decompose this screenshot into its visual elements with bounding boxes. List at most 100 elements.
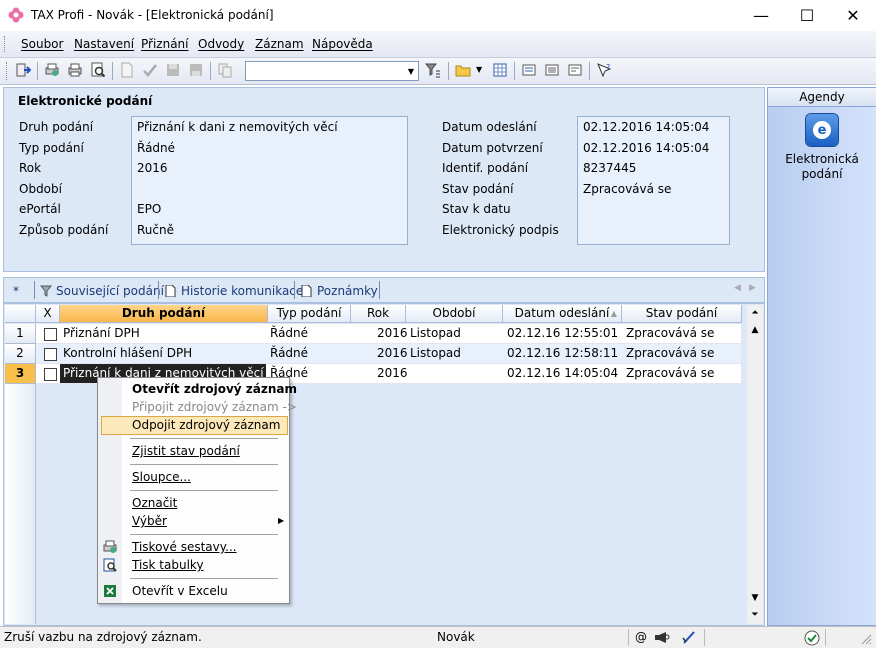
menu-item-mark[interactable]: Označit	[132, 496, 177, 510]
save-icon[interactable]	[165, 62, 181, 78]
row-checkbox[interactable]	[44, 328, 57, 341]
sort-ascending-icon: ▲	[610, 309, 617, 318]
toolbar-combo[interactable]: ▼	[245, 61, 419, 81]
tab-scroll-left-icon[interactable]: ◀	[734, 283, 741, 293]
menu-zaznam[interactable]: Záznam	[255, 37, 304, 51]
menu-item-columns[interactable]: Sloupce...	[132, 470, 191, 484]
toolbar-separator	[448, 62, 449, 80]
title-bar: TAX Profi - Novák - [Elektronická podání…	[0, 0, 876, 31]
menubar-grip	[4, 36, 7, 52]
cell-obdobi: Listopad	[410, 346, 461, 360]
email-icon[interactable]: @	[635, 630, 647, 644]
filter-icon[interactable]	[425, 62, 441, 78]
tab-souvisejici-podani[interactable]: Související podání	[56, 281, 164, 301]
menu-item-attach-source[interactable]: Připojit zdrojový záznam ->	[132, 400, 297, 414]
print-reports-icon	[103, 540, 117, 553]
horn-icon[interactable]	[654, 631, 670, 644]
table-row[interactable]: Přiznání DPH Řádné 2016 Listopad 02.12.1…	[36, 324, 741, 344]
menu-item-print-table[interactable]: Tisk tabulky	[132, 558, 204, 572]
cell-druh-podani: Přiznání DPH	[63, 326, 140, 340]
scroll-top-icon[interactable]: ⏶	[747, 305, 763, 321]
column-header-obdobi[interactable]: Období	[406, 305, 503, 323]
scroll-up-icon[interactable]: ▲	[747, 322, 763, 338]
label-stav-podani: Stav podání	[442, 182, 514, 196]
menu-item-selection[interactable]: Výběr	[132, 514, 167, 528]
label-datum-potvrzeni: Datum potvrzení	[442, 141, 543, 155]
exit-icon[interactable]	[15, 62, 31, 78]
menu-item-check-status[interactable]: Zjistit stav podání	[132, 444, 240, 458]
resize-grip-icon[interactable]	[860, 633, 872, 645]
detail-panel: Elektronické podání Druh podání Typ podá…	[3, 87, 765, 272]
row-number[interactable]: 1	[5, 324, 36, 344]
agendy-item-label[interactable]: Elektronická podání	[768, 152, 876, 182]
label-elektronicky-podpis: Elektronický podpis	[442, 223, 559, 237]
help-icon[interactable]: ?	[596, 62, 612, 78]
minimize-button[interactable]: —	[738, 0, 784, 31]
menu-soubor[interactable]: Soubor	[21, 37, 63, 51]
table-row[interactable]: Kontrolní hlášení DPH Řádné 2016 Listopa…	[36, 344, 741, 364]
electronic-filing-icon[interactable]: e	[806, 114, 838, 146]
cell-typ-podani: Řádné	[270, 326, 309, 340]
folder-icon[interactable]	[455, 62, 471, 78]
tab-separator	[34, 281, 35, 299]
vertical-scrollbar[interactable]: ⏶ ▲ ▼ ⏷	[747, 305, 763, 624]
save-all-icon[interactable]	[188, 62, 204, 78]
toolbar-separator	[37, 62, 38, 80]
row-checkbox[interactable]	[44, 368, 57, 381]
maximize-button[interactable]: ☐	[784, 0, 830, 31]
check-icon[interactable]	[142, 62, 158, 78]
tab-separator	[379, 281, 380, 299]
new-document-icon[interactable]	[119, 62, 135, 78]
list-icon[interactable]	[521, 62, 537, 78]
window-title: TAX Profi - Novák - [Elektronická podání…	[31, 8, 274, 22]
tab-historie-komunikace[interactable]: Historie komunikace	[181, 281, 303, 301]
menu-odvody[interactable]: Odvody	[198, 37, 244, 51]
column-header-rok[interactable]: Rok	[351, 305, 406, 323]
column-header-datum-odeslani[interactable]: Datum odeslání ▲	[503, 305, 622, 323]
menu-item-open-excel[interactable]: Otevřít v Excelu	[132, 584, 228, 598]
status-bar: Zruší vazbu na zdrojový záznam. Novák @	[0, 626, 876, 648]
value-typ-podani: Řádné	[137, 141, 176, 155]
value-stav-podani: Zpracovává se	[583, 182, 672, 196]
value-datum-potvrzeni: 02.12.2016 14:05:04	[583, 141, 710, 155]
row-checkbox[interactable]	[44, 348, 57, 361]
cell-rok: 2016	[377, 326, 408, 340]
folder-dropdown-icon[interactable]: ▼	[476, 65, 482, 74]
label-druh-podani: Druh podání	[19, 120, 94, 134]
row-number[interactable]: 3	[5, 364, 36, 384]
row-number[interactable]: 2	[5, 344, 36, 364]
column-header-druh-podani[interactable]: Druh podání	[60, 305, 268, 323]
scroll-down-icon[interactable]: ▼	[747, 590, 763, 606]
menu-nastaveni[interactable]: Nastavení	[74, 37, 134, 51]
status-separator	[628, 629, 629, 646]
form-icon[interactable]	[544, 62, 560, 78]
print-icon[interactable]	[67, 62, 83, 78]
tab-all[interactable]: *	[13, 281, 19, 301]
menu-napoveda[interactable]: Nápověda	[312, 37, 373, 51]
menu-item-print-reports[interactable]: Tiskové sestavy...	[132, 540, 237, 554]
close-button[interactable]: ✕	[830, 0, 876, 31]
menu-item-detach-source[interactable]: Odpojit zdrojový záznam	[132, 418, 280, 432]
column-header-typ-podani[interactable]: Typ podání	[268, 305, 351, 323]
column-header-stav-podani[interactable]: Stav podání	[622, 305, 742, 323]
value-identif-podani: 8237445	[583, 161, 637, 175]
detail-right-values-box: 02.12.2016 14:05:04 02.12.2016 14:05:04 …	[577, 116, 730, 245]
menu-priznani[interactable]: Přiznání	[141, 37, 189, 51]
value-zpusob-podani: Ručně	[137, 223, 174, 237]
print-preview-icon[interactable]	[90, 62, 106, 78]
copy-icon[interactable]	[217, 62, 233, 78]
tab-poznamky[interactable]: Poznámky	[317, 281, 378, 301]
tab-scroll-right-icon[interactable]: ▶	[749, 283, 756, 293]
column-header-x[interactable]: X	[36, 305, 60, 323]
signature-icon[interactable]	[682, 630, 696, 645]
menu-separator	[130, 464, 278, 465]
tab-bar: * Související podání Historie komunikace…	[3, 277, 765, 303]
note-icon[interactable]	[567, 62, 583, 78]
chevron-down-icon[interactable]: ▼	[404, 62, 418, 80]
menu-item-open-source[interactable]: Otevřít zdrojový záznam	[132, 382, 297, 396]
scroll-bottom-icon[interactable]: ⏷	[747, 607, 763, 623]
label-stav-k-datu: Stav k datu	[442, 202, 511, 216]
column-header-datum-odeslani-label: Datum odeslání	[514, 306, 610, 320]
print-setup-icon[interactable]	[44, 62, 60, 78]
calendar-icon[interactable]	[492, 62, 508, 78]
